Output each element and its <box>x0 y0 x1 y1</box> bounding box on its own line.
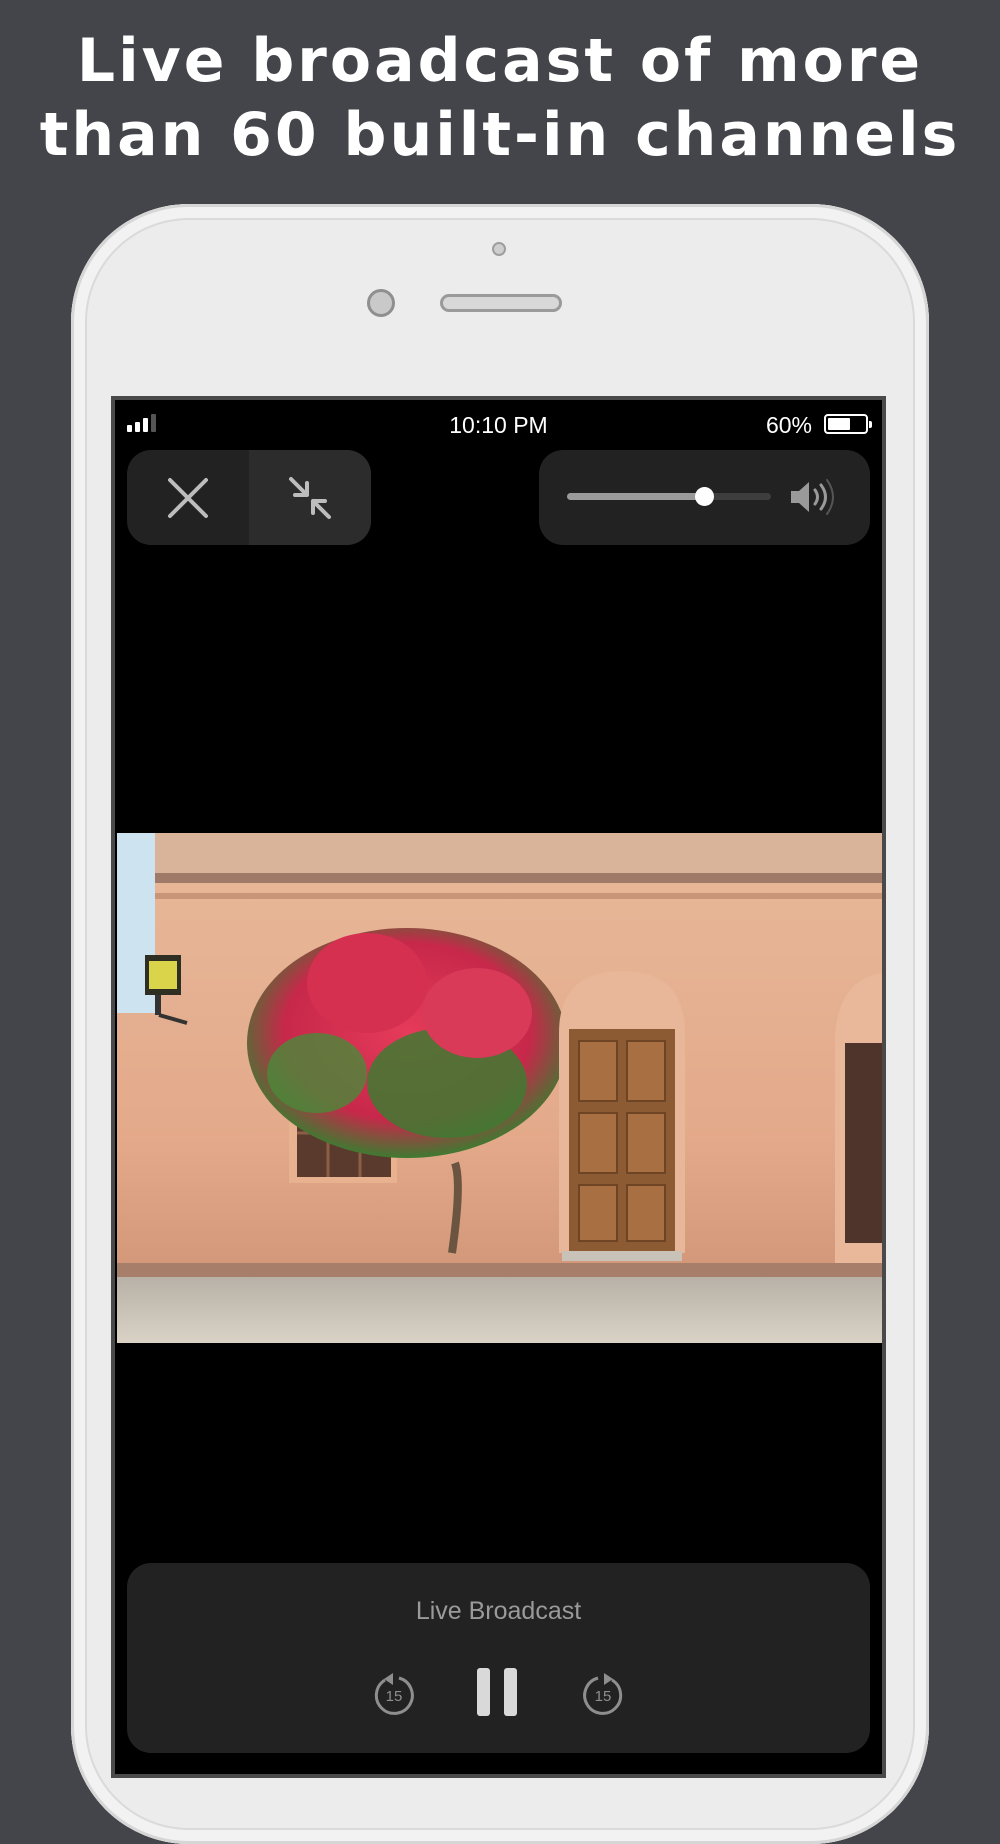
close-button[interactable] <box>127 450 249 545</box>
window-controls <box>127 450 371 545</box>
proximity-sensor <box>492 242 506 256</box>
phone-screen: 10:10 PM 60% Live Broadcast 15 15 <box>111 396 886 1778</box>
battery-percent: 60% <box>765 412 812 438</box>
pause-button[interactable] <box>475 1666 521 1718</box>
headline: Live broadcast of more than 60 built-in … <box>0 24 1000 172</box>
earpiece-speaker <box>440 294 562 312</box>
battery-icon <box>824 414 872 434</box>
skip-forward-15-icon: 15 <box>583 1673 623 1715</box>
pause-icon <box>477 1668 517 1716</box>
exit-fullscreen-button[interactable] <box>249 450 371 545</box>
playback-panel: Live Broadcast 15 15 <box>127 1563 870 1753</box>
skip-back-button[interactable]: 15 <box>371 1671 417 1717</box>
speaker-volume-icon[interactable] <box>789 477 841 517</box>
skip-forward-button[interactable]: 15 <box>580 1671 626 1717</box>
volume-slider-knob[interactable] <box>694 487 714 506</box>
volume-control <box>539 450 870 545</box>
exit-fullscreen-icon <box>289 476 331 519</box>
front-camera <box>367 289 395 317</box>
headline-line-1: Live broadcast of more <box>76 26 924 96</box>
video-frame[interactable] <box>117 833 882 1343</box>
volume-slider[interactable] <box>567 487 771 506</box>
skip-back-label: 15 <box>386 1688 403 1705</box>
volume-slider-fill <box>567 493 704 500</box>
close-icon <box>168 477 208 518</box>
skip-back-15-icon: 15 <box>374 1673 414 1715</box>
broadcast-title: Live Broadcast <box>415 1597 582 1625</box>
headline-line-2: than 60 built-in channels <box>39 100 961 170</box>
status-bar: 10:10 PM 60% <box>115 400 882 450</box>
skip-forward-label: 15 <box>595 1688 612 1705</box>
